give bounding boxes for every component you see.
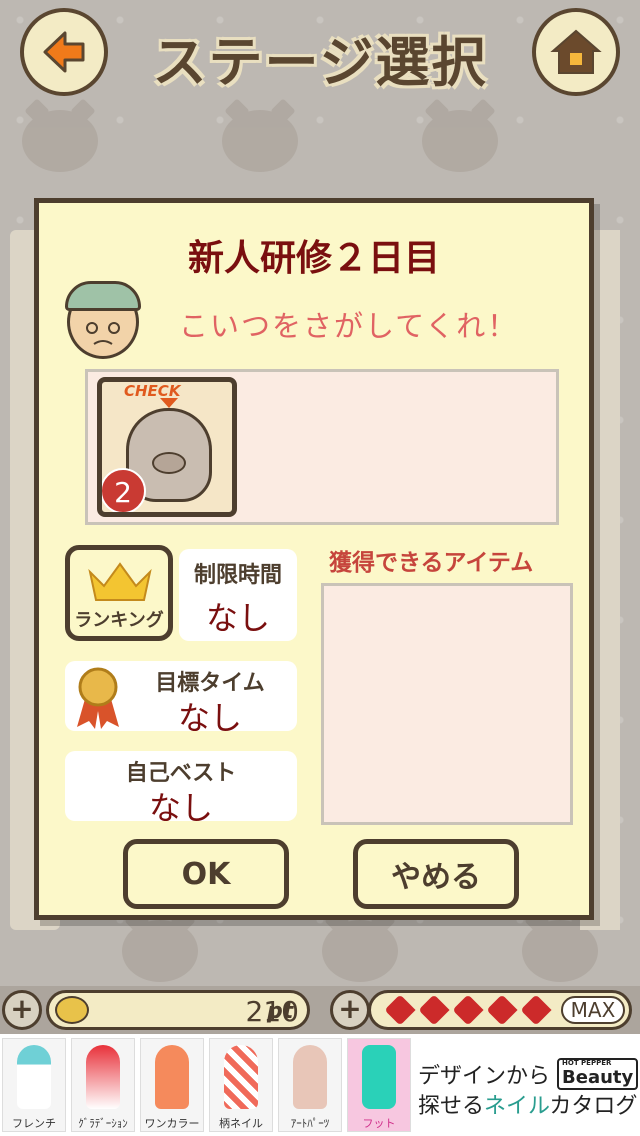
personal-best-value: なし xyxy=(148,789,213,827)
ad-tab-foot[interactable]: フット xyxy=(347,1038,411,1132)
house-icon xyxy=(550,29,602,74)
items-title: 獲得できるアイテム xyxy=(329,550,534,576)
pig-pattern-icon xyxy=(22,110,98,172)
ad-tab-pattern[interactable]: 柄ネイル xyxy=(209,1038,273,1132)
items-panel xyxy=(321,583,573,825)
pig-coin-icon xyxy=(55,996,89,1024)
ad-tab-label: フット xyxy=(362,1117,396,1130)
target-card[interactable]: CHECK 2 xyxy=(97,377,237,517)
nail-icon xyxy=(17,1045,51,1109)
ad-tab-label: ワンカラー xyxy=(144,1117,200,1130)
target-time-value: なし xyxy=(177,699,242,737)
heart-icon xyxy=(452,994,484,1026)
pig-pattern-icon xyxy=(122,920,198,982)
nail-icon xyxy=(293,1045,327,1109)
page-title: ステージ選択 xyxy=(152,31,488,94)
ad-subline: 探せるネイルカタログ xyxy=(418,1094,638,1119)
time-limit-box: 制限時間 なし xyxy=(179,549,297,641)
nail-icon xyxy=(86,1045,120,1109)
nail-icon xyxy=(224,1045,258,1109)
heart-icon xyxy=(520,994,552,1026)
ad-headline: デザインから HOT PEPPER Beauty xyxy=(418,1058,639,1090)
points-unit: pt xyxy=(267,999,294,1024)
ok-button[interactable]: OK xyxy=(123,839,289,909)
heart-icon xyxy=(418,994,450,1026)
pig-pattern-icon xyxy=(322,920,398,982)
home-button[interactable] xyxy=(532,8,620,96)
left-arrow-icon xyxy=(43,31,85,73)
ad-tab-gradation[interactable]: ｸﾞﾗﾃﾞｰｼｮﾝ xyxy=(71,1038,135,1132)
pig-pattern-icon xyxy=(222,110,298,172)
down-arrow-icon xyxy=(160,398,178,408)
ad-tab-label: ｱｰﾄﾊﾟｰﾂ xyxy=(290,1117,330,1130)
speech-text: こいつをさがしてくれ！ xyxy=(179,309,519,343)
ad-tab-label: ｸﾞﾗﾃﾞｰｼｮﾝ xyxy=(78,1117,128,1130)
cap-icon xyxy=(65,281,141,311)
stage-title: 新人研修２日目 xyxy=(187,238,440,279)
ad-line1: デザインから xyxy=(418,1064,551,1089)
heart-icon xyxy=(486,994,518,1026)
medal-icon xyxy=(77,667,119,729)
ad-tab-one-color[interactable]: ワンカラー xyxy=(140,1038,204,1132)
stage-dialog: 新人研修２日目 こいつをさがしてくれ！ CHECK 2 ランキング 制限時間 な… xyxy=(34,198,594,920)
ad-tab-label: 柄ネイル xyxy=(219,1117,263,1130)
heart-icon xyxy=(384,994,416,1026)
ad-tab-french[interactable]: フレンチ xyxy=(2,1038,66,1132)
hearts-box: MAX xyxy=(368,990,632,1030)
crown-icon xyxy=(88,562,152,601)
back-button[interactable] xyxy=(20,8,108,96)
add-hearts-button[interactable]: + xyxy=(330,990,370,1030)
count-badge: 2 xyxy=(102,468,146,512)
hearts-max-badge: MAX xyxy=(561,996,625,1024)
pig-snout-icon xyxy=(152,452,186,474)
time-limit-value: なし xyxy=(205,599,270,637)
ad-tab-label: フレンチ xyxy=(12,1117,56,1130)
nail-icon xyxy=(362,1045,396,1109)
add-points-button[interactable]: + xyxy=(2,990,42,1030)
personal-best-box: 自己ベスト なし xyxy=(65,751,297,827)
ranking-button[interactable]: ランキング xyxy=(65,545,173,641)
cancel-button[interactable]: やめる xyxy=(353,839,519,909)
ad-tab-art-parts[interactable]: ｱｰﾄﾊﾟｰﾂ xyxy=(278,1038,342,1132)
nail-icon xyxy=(155,1045,189,1109)
ranking-label: ランキング xyxy=(74,610,164,631)
target-time-box: 目標タイム なし xyxy=(65,661,297,737)
pig-pattern-icon xyxy=(422,110,498,172)
points-box: 210 pt xyxy=(46,990,310,1030)
time-limit-label: 制限時間 xyxy=(193,563,282,588)
beauty-logo: HOT PEPPER Beauty xyxy=(557,1058,639,1090)
